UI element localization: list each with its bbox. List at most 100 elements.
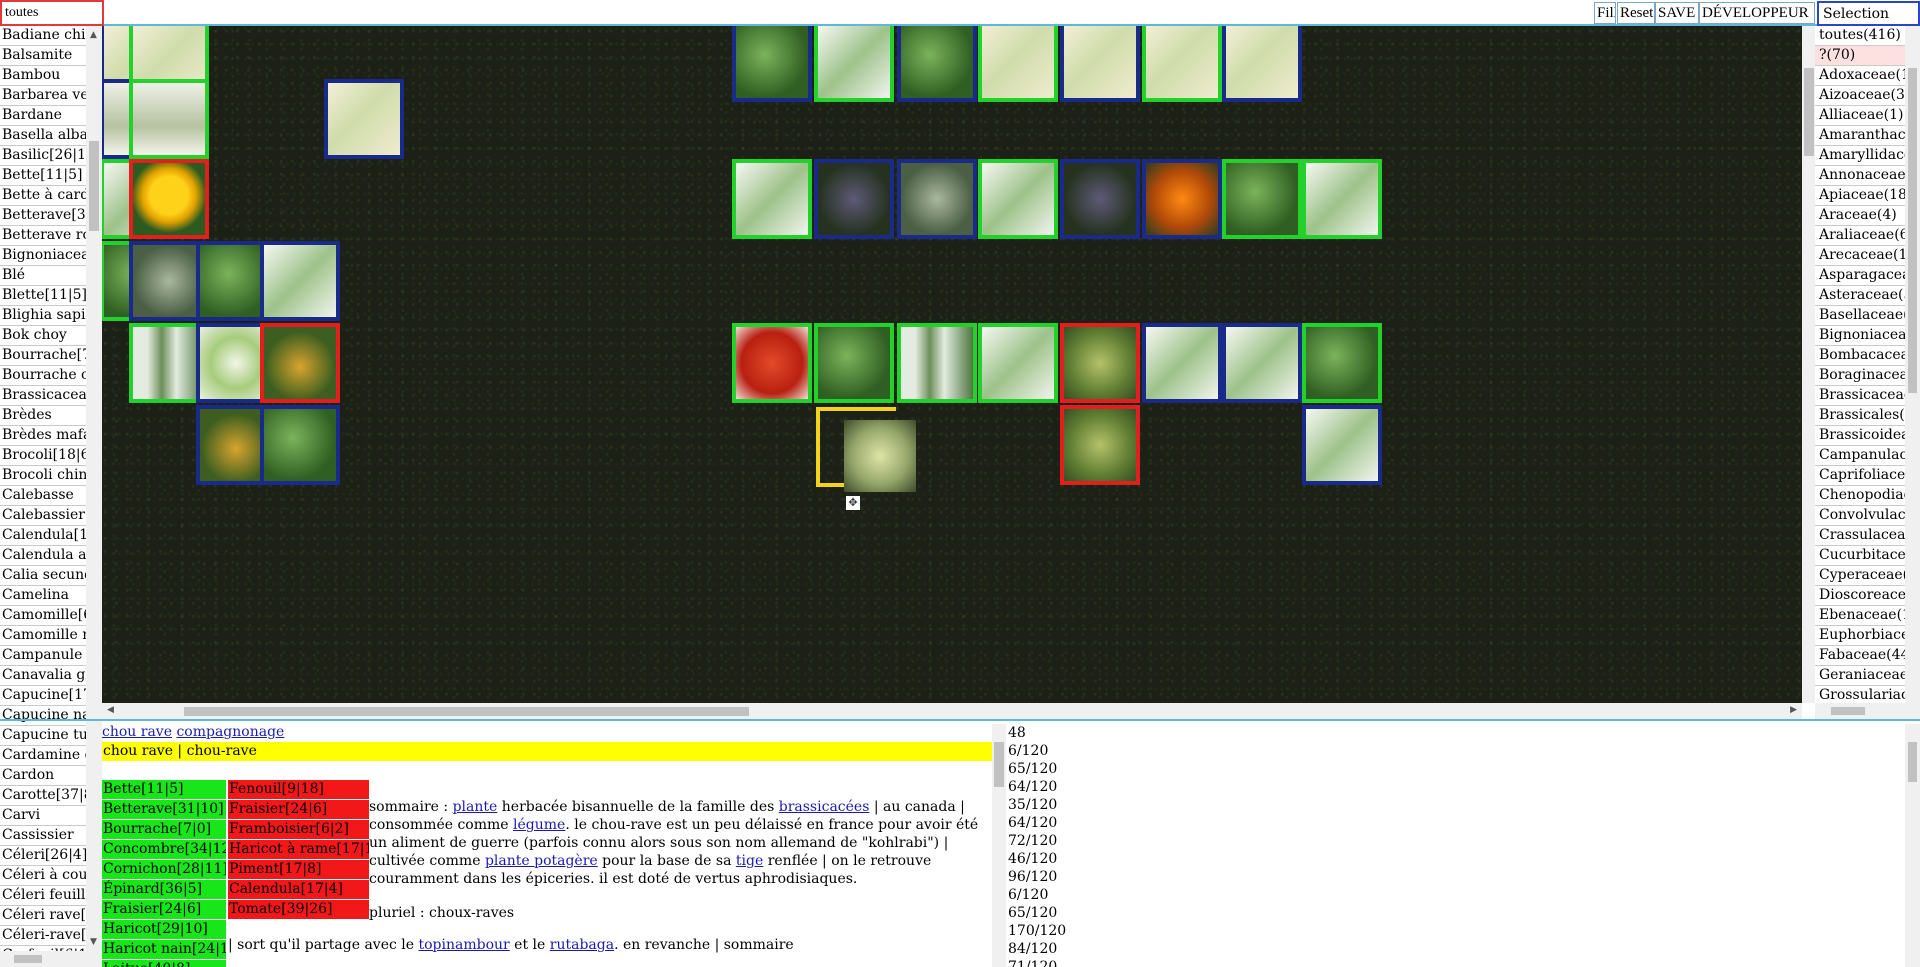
family-list-item[interactable]: Dioscoreacea	[1815, 586, 1905, 606]
scroll-thumb[interactable]	[1804, 68, 1814, 156]
good-companion-item[interactable]: Concombre[34|12]	[102, 840, 226, 860]
plant-list-item[interactable]: Camelina	[0, 586, 86, 606]
plant-tile[interactable]	[260, 405, 340, 485]
family-list-item[interactable]: toutes(416)	[1815, 26, 1905, 46]
garden-canvas[interactable]: ✥	[102, 26, 1802, 703]
companion-link[interactable]: compagnonage	[176, 724, 284, 740]
link-plante[interactable]: plante	[453, 799, 498, 815]
plant-list-item[interactable]: Campanule ra	[0, 646, 86, 666]
plant-tile[interactable]	[1222, 26, 1302, 102]
plant-list-item[interactable]: Bambou	[0, 66, 86, 86]
family-list-item[interactable]: Euphorbiace	[1815, 626, 1905, 646]
plant-list-item[interactable]: Balsamite	[0, 46, 86, 66]
dragged-plant-image[interactable]	[844, 420, 916, 492]
family-list-item[interactable]: Araliaceae(6	[1815, 226, 1905, 246]
plant-tile[interactable]	[978, 323, 1058, 403]
family-list-item[interactable]: Bombacaceae	[1815, 346, 1905, 366]
scroll-thumb[interactable]	[1908, 742, 1917, 782]
plant-list-item[interactable]: Carvi	[0, 806, 86, 826]
plant-list-item[interactable]: Capucine tub	[0, 726, 86, 746]
scroll-thumb[interactable]	[89, 141, 99, 231]
plant-list-item[interactable]: Céleri-rave[1	[0, 926, 86, 946]
family-list-item[interactable]: Arecaceae(1)	[1815, 246, 1905, 266]
link-plante-potagere[interactable]: plante potagère	[485, 853, 598, 869]
plant-list-item[interactable]: Camomille ro	[0, 626, 86, 646]
family-list-item[interactable]: Ebenaceae(1	[1815, 606, 1905, 626]
family-list-item[interactable]: Alliaceae(1)	[1815, 106, 1905, 126]
scroll-thumb[interactable]	[1908, 68, 1917, 393]
plant-name-link[interactable]: chou rave	[102, 724, 172, 740]
good-companion-item[interactable]: Cornichon[28|11]	[102, 860, 226, 880]
plant-tile[interactable]	[129, 159, 209, 239]
plant-list-item[interactable]: Bette à carde	[0, 186, 86, 206]
plant-tile[interactable]	[814, 26, 894, 102]
good-companion-item[interactable]: Betterave[31|10]	[102, 800, 226, 820]
canvas-hscrollbar[interactable]: ◀ ▶	[102, 703, 1802, 719]
link-brassicacees[interactable]: brassicacées	[779, 799, 870, 815]
plant-tile[interactable]	[732, 323, 812, 403]
bad-companion-item[interactable]: Piment[17|8]	[228, 860, 369, 880]
family-list-item[interactable]: Caprifoliacea	[1815, 466, 1905, 486]
plant-list-item[interactable]: Calebassier	[0, 506, 86, 526]
plant-tile[interactable]	[897, 323, 977, 403]
link-legume[interactable]: légume	[513, 817, 565, 833]
scroll-up-icon[interactable]: ▲	[90, 30, 97, 40]
plant-list-item[interactable]: Brocoli[18|6]	[0, 446, 86, 466]
family-list-item[interactable]: Asparagacea	[1815, 266, 1905, 286]
plant-list-item[interactable]: Blette[11|5]	[0, 286, 86, 306]
plant-tile[interactable]	[1060, 323, 1140, 403]
plant-tile[interactable]	[978, 26, 1058, 102]
plant-tile[interactable]	[814, 323, 894, 403]
developer-button[interactable]: DÉVELOPPEUR	[1699, 2, 1815, 24]
save-button[interactable]: SAVE	[1655, 2, 1699, 24]
plant-list-item[interactable]: Bourrache[7|	[0, 346, 86, 366]
plant-tile[interactable]	[1302, 159, 1382, 239]
family-list-hscrollbar[interactable]	[1815, 703, 1920, 719]
reset-button[interactable]: Reset	[1617, 2, 1655, 24]
plant-list-item[interactable]: Capucine nai	[0, 706, 86, 726]
plant-list-item[interactable]: Bignoniaceae	[0, 246, 86, 266]
plant-list-item[interactable]: Brassicaceae	[0, 386, 86, 406]
plant-list-item[interactable]: Céleri à coup	[0, 866, 86, 886]
family-list-item[interactable]: Campanulace	[1815, 446, 1905, 466]
plant-tile[interactable]	[1142, 26, 1222, 102]
scroll-thumb[interactable]	[184, 707, 749, 716]
family-list-item[interactable]: Adoxaceae(1	[1815, 66, 1905, 86]
plant-tile[interactable]	[732, 159, 812, 239]
family-list-item[interactable]: Basellaceae(	[1815, 306, 1905, 326]
plant-list-item[interactable]: Basella alba	[0, 126, 86, 146]
plant-list-item[interactable]: Bette[11|5]	[0, 166, 86, 186]
plant-list-item[interactable]: Cassissier	[0, 826, 86, 846]
family-list-item[interactable]: Araceae(4)	[1815, 206, 1905, 226]
family-list-item[interactable]: Asteraceae(5	[1815, 286, 1905, 306]
family-list-item[interactable]: Cyperaceae(	[1815, 566, 1905, 586]
plant-tile[interactable]	[978, 159, 1058, 239]
good-companion-item[interactable]: Bette[11|5]	[102, 780, 226, 800]
plant-tile[interactable]	[1222, 159, 1302, 239]
plant-tile[interactable]	[1142, 159, 1222, 239]
good-companion-item[interactable]: Fraisier[24|6]	[102, 900, 226, 920]
plant-tile[interactable]	[260, 323, 340, 403]
family-list-item[interactable]: Aizoaceae(3	[1815, 86, 1905, 106]
bad-companion-item[interactable]: Framboisier[6|2]	[228, 820, 369, 840]
plant-list-item[interactable]: Betterave[31	[0, 206, 86, 226]
family-list-item[interactable]: ?(70)	[1815, 46, 1905, 66]
plant-tile[interactable]	[324, 79, 404, 159]
scroll-thumb[interactable]	[994, 742, 1004, 787]
plant-list-item[interactable]: Canavalia gla	[0, 666, 86, 686]
plant-list-item[interactable]: Brocoli chino	[0, 466, 86, 486]
plant-list-item[interactable]: Cardamine de	[0, 746, 86, 766]
family-list-item[interactable]: Crassulacea	[1815, 526, 1905, 546]
search-input[interactable]	[0, 0, 104, 26]
plant-list-hscrollbar[interactable]	[0, 951, 102, 967]
family-list-item[interactable]: Brassicales(3	[1815, 406, 1905, 426]
plant-tile[interactable]	[129, 79, 209, 159]
family-list-item[interactable]: Bignoniaceae	[1815, 326, 1905, 346]
plant-tile[interactable]	[732, 26, 812, 102]
plant-list-item[interactable]: Céleri feuille	[0, 886, 86, 906]
selection-button[interactable]: Selection	[1817, 1, 1920, 26]
family-list-item[interactable]: Convolvulac	[1815, 506, 1905, 526]
plant-tile[interactable]	[897, 26, 977, 102]
plant-list-item[interactable]: Brèdes mafan	[0, 426, 86, 446]
plant-tile[interactable]	[1142, 323, 1222, 403]
